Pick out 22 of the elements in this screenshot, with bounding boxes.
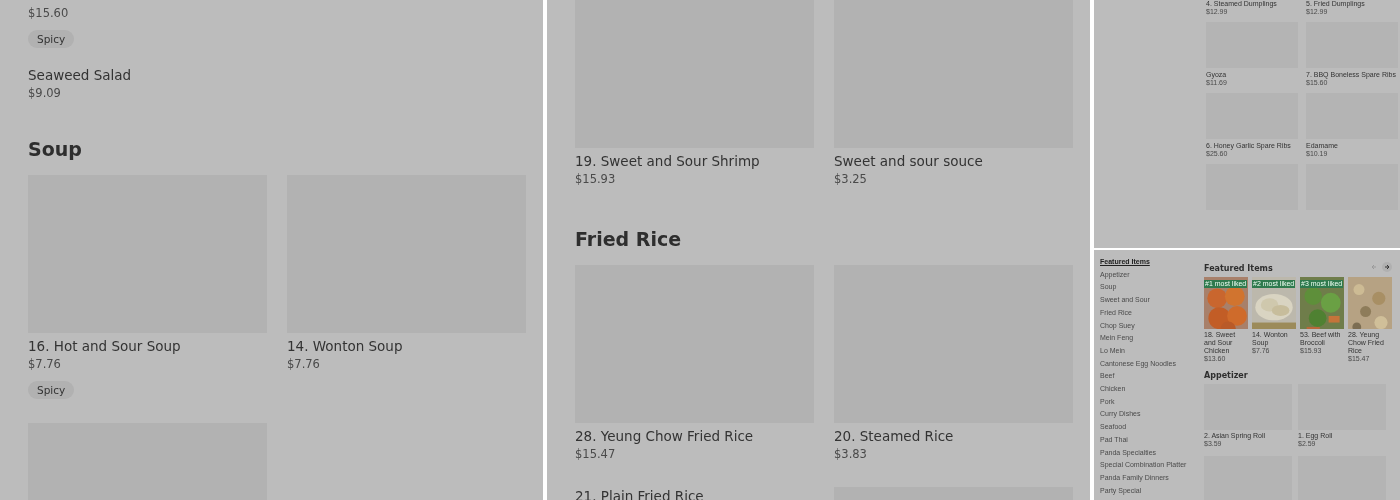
section-heading: Featured Items xyxy=(1204,264,1273,273)
item-name: Seaweed Salad xyxy=(28,66,133,85)
item-name[interactable]: Sweet and sour souce xyxy=(834,152,1073,171)
item-price: $9.09 xyxy=(28,85,62,102)
section-heading: Soup xyxy=(28,138,83,160)
item-price: $3.83 xyxy=(834,446,868,463)
item-price: $15.93 xyxy=(575,171,617,188)
item-price: $7.76 xyxy=(287,356,321,373)
item-price: $3.25 xyxy=(834,171,868,188)
item-price: $15.60 xyxy=(28,5,70,22)
item-name[interactable]: 20. Steamed Rice xyxy=(834,427,1073,446)
tag: Spicy xyxy=(28,30,75,48)
item-name[interactable]: 19. Sweet and Sour Shrimp xyxy=(575,152,814,171)
item-price: $15.47 xyxy=(575,446,617,463)
item-name[interactable]: 14. Wonton Soup xyxy=(287,337,526,356)
tag: Spicy xyxy=(28,381,75,399)
section-heading: Fried Rice xyxy=(575,228,683,250)
item-name[interactable]: 28. Yeung Chow Fried Rice xyxy=(575,427,814,446)
item-name[interactable]: 16. Hot and Sour Soup xyxy=(28,337,267,356)
item-price: $7.76 xyxy=(28,356,62,373)
next-button[interactable] xyxy=(1382,261,1392,272)
section-heading: Appetizer xyxy=(1204,371,1249,380)
